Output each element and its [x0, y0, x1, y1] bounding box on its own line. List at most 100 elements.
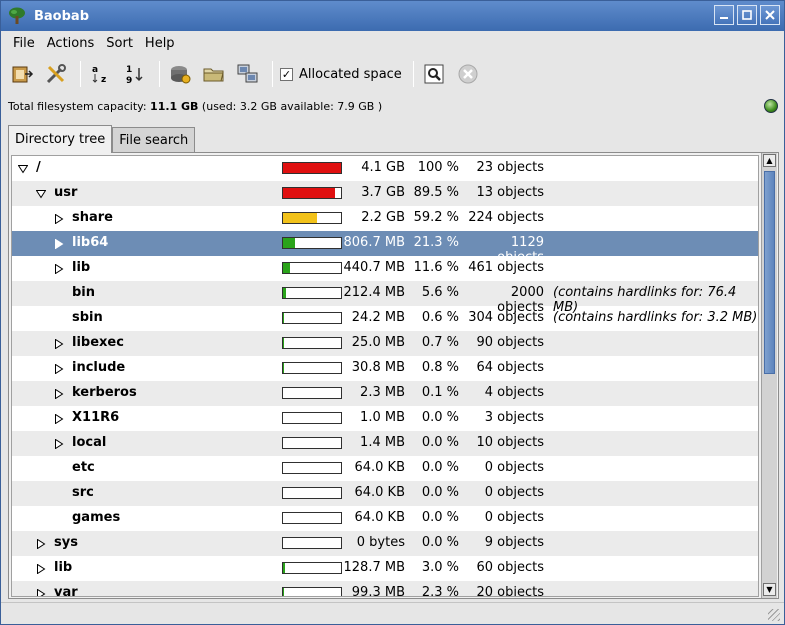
folder-size: 2.2 GB: [361, 210, 405, 225]
expander-closed-icon[interactable]: [54, 388, 64, 400]
sort-numeric-icon[interactable]: 19: [120, 59, 150, 89]
folder-percent: 0.0 %: [421, 510, 459, 525]
scan-filesystem-icon[interactable]: [165, 59, 195, 89]
allocated-space-label: Allocated space: [299, 66, 402, 82]
usage-bar: [282, 537, 342, 549]
folder-objects: 224 objects: [468, 210, 544, 225]
folder-percent: 0.0 %: [421, 460, 459, 475]
preferences-icon[interactable]: [41, 59, 71, 89]
folder-objects: 0 objects: [484, 460, 544, 475]
table-row[interactable]: bin 212.4 MB 5.6 % 2000 objects (contains ha…: [12, 281, 758, 315]
table-row[interactable]: kerberos 2.3 MB 0.1 % 4 objects: [12, 381, 758, 406]
table-row[interactable]: src 64.0 KB 0.0 % 0 objects: [12, 481, 758, 506]
scan-folder-icon[interactable]: [199, 59, 229, 89]
folder-name: sys: [54, 535, 78, 550]
folder-objects: 0 objects: [484, 485, 544, 500]
folder-name: sbin: [72, 310, 103, 325]
expander-closed-icon[interactable]: [36, 538, 46, 550]
scroll-down-icon[interactable]: ▼: [763, 583, 776, 596]
minimize-icon[interactable]: [714, 5, 734, 25]
folder-size: 99.3 MB: [351, 585, 405, 597]
folder-size: 128.7 MB: [343, 560, 405, 575]
table-row[interactable]: etc 64.0 KB 0.0 % 0 objects: [12, 456, 758, 481]
menu-actions[interactable]: Actions: [41, 36, 101, 51]
folder-percent: 11.6 %: [413, 260, 459, 275]
table-row[interactable]: usr 3.7 GB 89.5 % 13 objects: [12, 181, 758, 206]
folder-size: 64.0 KB: [354, 485, 405, 500]
table-row[interactable]: X11R6 1.0 MB 0.0 % 3 objects: [12, 406, 758, 431]
table-row[interactable]: share 2.2 GB 59.2 % 224 objects: [12, 206, 758, 231]
table-row[interactable]: sbin 24.2 MB 0.6 % 304 objects (contains har…: [12, 306, 758, 331]
allocated-space-toggle[interactable]: ✓ Allocated space: [280, 67, 402, 82]
vertical-scrollbar[interactable]: ▲ ▼: [761, 153, 777, 598]
tab-directory-tree[interactable]: Directory tree: [8, 125, 113, 153]
folder-size: 3.7 GB: [361, 185, 405, 200]
menu-sort[interactable]: Sort: [100, 36, 139, 51]
expander-closed-icon[interactable]: [36, 588, 46, 596]
folder-percent: 89.5 %: [413, 185, 459, 200]
table-row[interactable]: local 1.4 MB 0.0 % 10 objects: [12, 431, 758, 456]
tab-file-search[interactable]: File search: [112, 127, 196, 153]
table-row[interactable]: lib 440.7 MB 11.6 % 461 objects: [12, 256, 758, 281]
allocated-space-checkbox[interactable]: ✓: [280, 67, 293, 81]
folder-objects: 0 objects: [484, 510, 544, 525]
folder-name: local: [72, 435, 107, 450]
folder-name: usr: [54, 185, 78, 200]
sort-alphabetical-icon[interactable]: az: [86, 59, 116, 89]
usage-bar: [282, 562, 342, 574]
expander-open-icon[interactable]: [35, 188, 47, 199]
usage-bar: [282, 412, 342, 424]
table-row[interactable]: lib 128.7 MB 3.0 % 60 objects: [12, 556, 758, 581]
expander-open-icon[interactable]: [17, 163, 29, 174]
folder-objects: 3 objects: [484, 410, 544, 425]
table-row[interactable]: var 99.3 MB 2.3 % 20 objects: [12, 581, 758, 597]
folder-name: X11R6: [72, 410, 120, 425]
folder-objects: 304 objects: [468, 310, 544, 325]
folder-percent: 100 %: [417, 160, 459, 175]
table-row[interactable]: libexec 25.0 MB 0.7 % 90 objects: [12, 331, 758, 356]
usage-bar: [282, 312, 342, 324]
expander-closed-icon[interactable]: [54, 238, 64, 250]
expander-closed-icon[interactable]: [54, 338, 64, 350]
stop-icon[interactable]: [453, 59, 483, 89]
folder-size: 806.7 MB: [343, 235, 405, 250]
folder-name: lib: [72, 260, 91, 275]
table-row[interactable]: lib64 806.7 MB 21.3 % 1129 objects: [12, 231, 758, 265]
folder-percent: 2.3 %: [421, 585, 459, 597]
table-row[interactable]: sys 0 bytes 0.0 % 9 objects: [12, 531, 758, 556]
table-row[interactable]: / 4.1 GB 100 % 23 objects: [12, 156, 758, 181]
folder-objects: 461 objects: [468, 260, 544, 275]
usage-bar: [282, 337, 342, 349]
scan-home-icon[interactable]: [7, 59, 37, 89]
expander-closed-icon[interactable]: [54, 213, 64, 225]
maximize-icon[interactable]: [737, 5, 757, 25]
folder-objects: 23 objects: [476, 160, 544, 175]
svg-text:a: a: [92, 65, 98, 75]
expander-closed-icon[interactable]: [54, 263, 64, 275]
menu-help[interactable]: Help: [139, 36, 181, 51]
table-row[interactable]: games 64.0 KB 0.0 % 0 objects: [12, 506, 758, 531]
zoom-icon[interactable]: [419, 59, 449, 89]
tree-icon: [6, 5, 28, 27]
table-row[interactable]: include 30.8 MB 0.8 % 64 objects: [12, 356, 758, 381]
usage-bar: [282, 362, 342, 374]
menu-bar: File Actions Sort Help: [1, 31, 784, 55]
directory-tree[interactable]: / 4.1 GB 100 % 23 objects usr 3.7 GB 89.5 % 13 …: [11, 155, 759, 597]
expander-closed-icon[interactable]: [54, 413, 64, 425]
resize-grip-icon[interactable]: [768, 609, 780, 621]
scan-remote-icon[interactable]: [233, 59, 263, 89]
folder-name: games: [72, 510, 121, 525]
scroll-up-icon[interactable]: ▲: [763, 154, 776, 167]
status-bar: [1, 602, 784, 624]
folder-objects: 4 objects: [484, 385, 544, 400]
close-icon[interactable]: [760, 5, 780, 25]
folder-objects: 20 objects: [476, 585, 544, 597]
expander-closed-icon[interactable]: [54, 363, 64, 375]
usage-bar: [282, 287, 342, 299]
usage-summary: (used: 3.2 GB available: 7.9 GB ): [198, 100, 383, 113]
expander-closed-icon[interactable]: [54, 438, 64, 450]
scroll-thumb[interactable]: [764, 171, 775, 374]
title-bar[interactable]: Baobab: [1, 1, 784, 31]
expander-closed-icon[interactable]: [36, 563, 46, 575]
menu-file[interactable]: File: [7, 36, 41, 51]
